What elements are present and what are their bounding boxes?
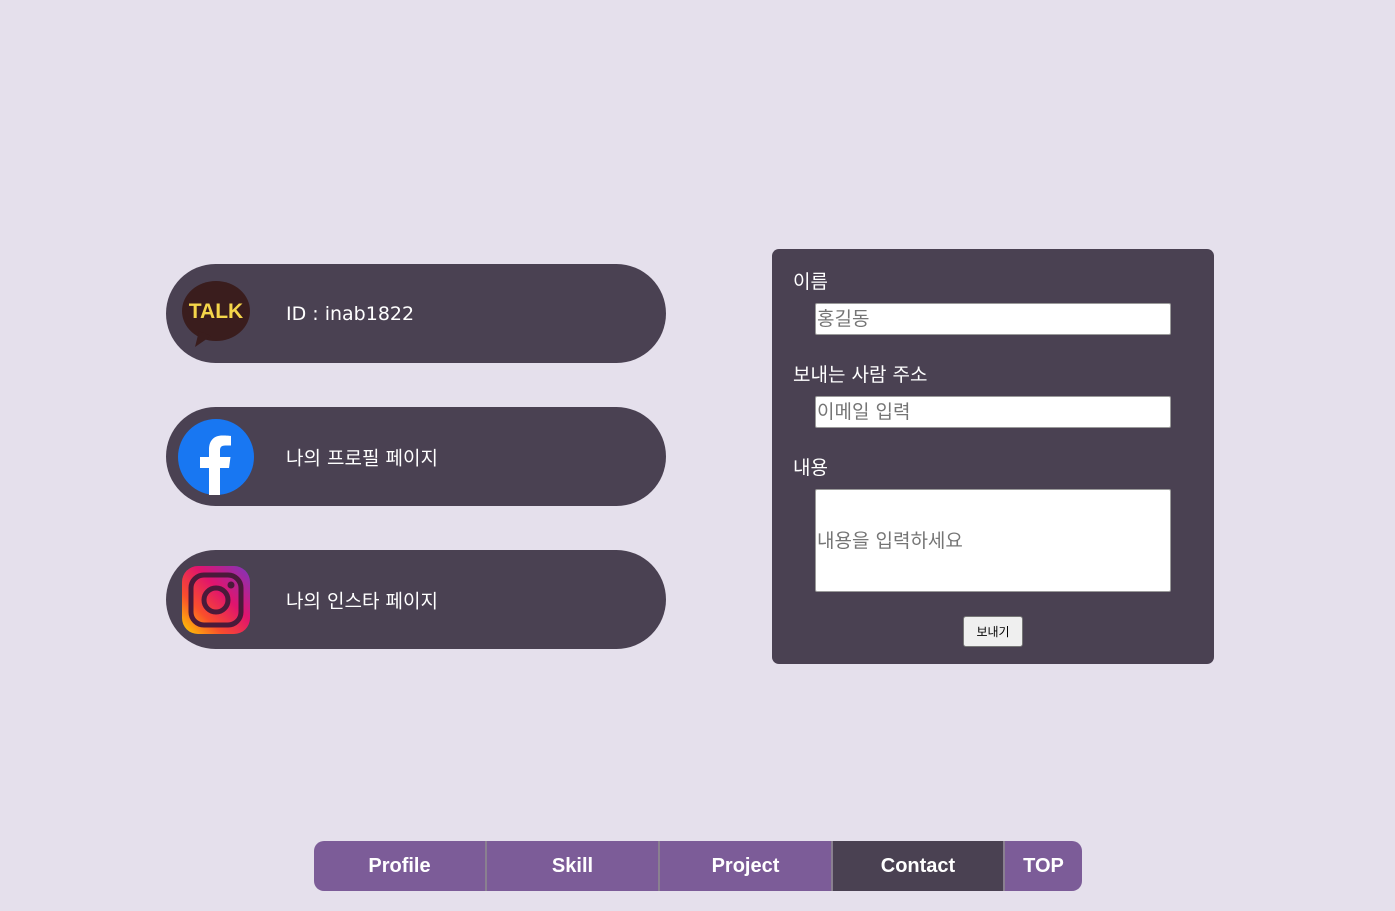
name-label: 이름: [793, 271, 828, 293]
facebook-icon: [178, 419, 254, 495]
kakaotalk-icon-text: TALK: [189, 300, 243, 323]
nav-project[interactable]: Project: [660, 841, 833, 891]
kakaotalk-contact[interactable]: TALK ID : inab1822: [166, 264, 666, 363]
instagram-contact[interactable]: 나의 인스타 페이지: [166, 550, 666, 649]
instagram-icon: [178, 562, 254, 638]
facebook-contact[interactable]: 나의 프로필 페이지: [166, 407, 666, 506]
nav-top[interactable]: TOP: [1005, 841, 1082, 891]
facebook-profile-label: 나의 프로필 페이지: [286, 447, 438, 469]
kakaotalk-id-label: ID : inab1822: [286, 302, 415, 325]
email-label: 보내는 사람 주소: [793, 364, 928, 386]
nav-contact[interactable]: Contact: [833, 841, 1005, 891]
contact-page: TALK ID : inab1822 나의 프로필 페이지 나의 인스타 페이지…: [0, 0, 1395, 911]
kakaotalk-icon: TALK: [178, 276, 254, 352]
send-button[interactable]: 보내기: [963, 616, 1023, 647]
contact-form: 이름 보내는 사람 주소 내용 보내기: [772, 249, 1214, 664]
bottom-nav: Profile Skill Project Contact TOP: [314, 841, 1082, 891]
instagram-page-label: 나의 인스타 페이지: [286, 590, 438, 612]
message-label: 내용: [793, 457, 828, 479]
message-textarea[interactable]: [815, 489, 1171, 592]
nav-skill[interactable]: Skill: [487, 841, 660, 891]
name-input[interactable]: [815, 303, 1171, 335]
nav-profile[interactable]: Profile: [314, 841, 487, 891]
email-input[interactable]: [815, 396, 1171, 428]
